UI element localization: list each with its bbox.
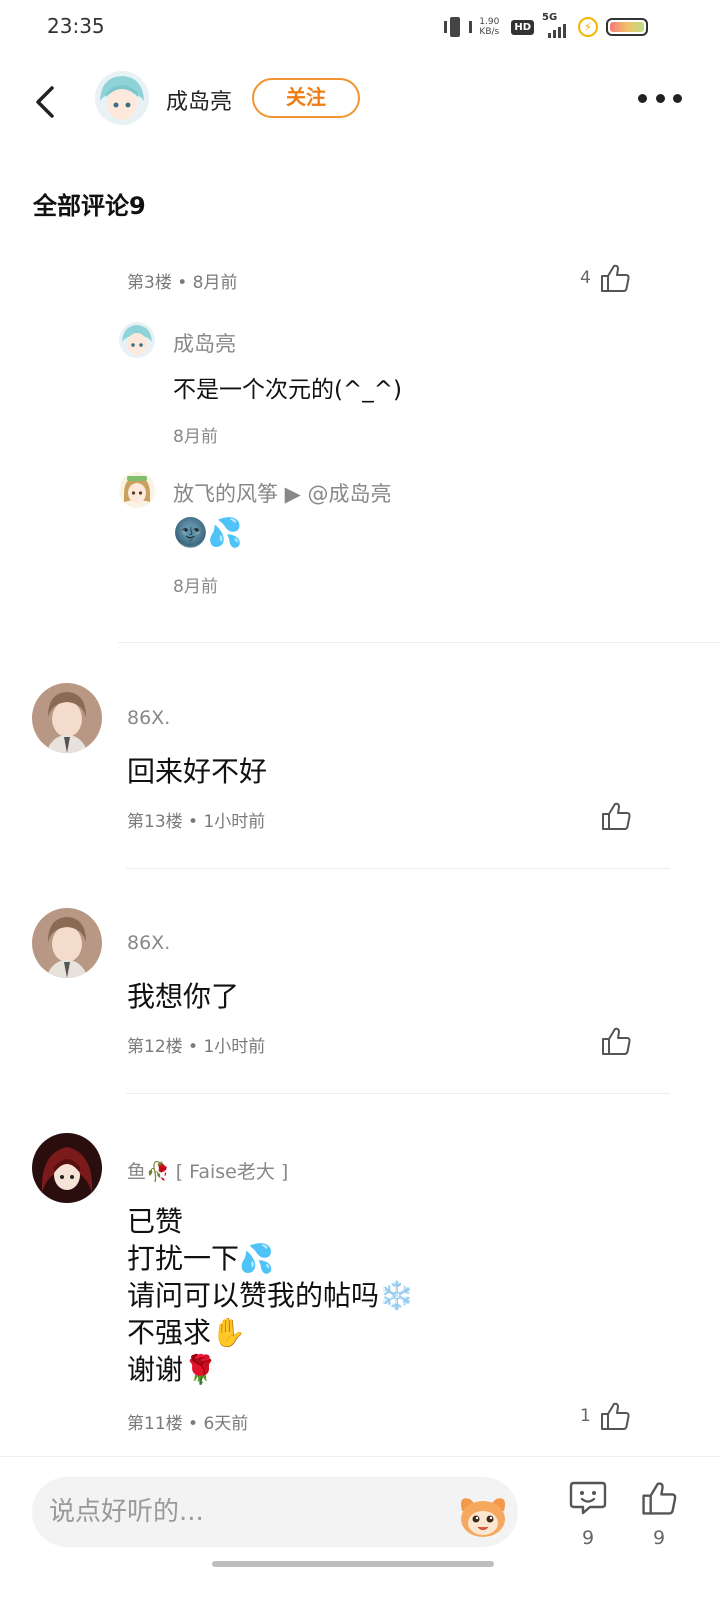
comment-icon (569, 1481, 607, 1515)
status-time: 23:35 (47, 14, 105, 38)
comment-meta: 第12楼 • 1小时前 (127, 1037, 266, 1057)
comment-avatar[interactable] (32, 908, 102, 978)
charging-icon: ⚡ (578, 17, 598, 37)
reply-text: 🌚💦 (173, 516, 243, 549)
reply-avatar[interactable] (119, 472, 155, 508)
comment-meta: 第11楼 • 6天前 (127, 1414, 249, 1434)
thumbs-up-icon (642, 1482, 677, 1515)
comment-text: 我想你了 (127, 980, 240, 1013)
home-indicator[interactable] (212, 1561, 494, 1567)
thumbs-up-icon (602, 1027, 631, 1055)
section-title: 全部评论9 (33, 192, 146, 220)
comment-author[interactable]: 86X. (127, 932, 170, 954)
like-button[interactable] (600, 798, 632, 834)
floor-meta: 第3楼 • 8月前 (127, 273, 238, 293)
emoji-mascot-icon[interactable] (456, 1489, 510, 1539)
like-count: 1 (580, 1406, 591, 1426)
like-button[interactable]: 4 (580, 260, 631, 296)
comment-author[interactable]: 鱼🥀 [ Faise老大 ] (127, 1157, 288, 1184)
comment-meta: 第13楼 • 1小时前 (127, 812, 266, 832)
comment-avatar[interactable] (32, 1133, 102, 1203)
like-count: 4 (580, 268, 591, 288)
reply-author[interactable]: 放飞的风筝 ▶ @成岛亮 (173, 478, 392, 508)
status-icons: 1.90 KB/s HD 5G ⚡ (443, 12, 648, 40)
thumbs-up-icon (602, 802, 631, 830)
comment-input[interactable] (32, 1477, 518, 1547)
hd-icon: HD (511, 19, 534, 35)
network-speed: 1.90 KB/s (479, 17, 500, 37)
bottom-bar: 9 9 (0, 1456, 720, 1600)
more-options-icon[interactable] (638, 90, 682, 106)
follow-button[interactable]: 关注 (252, 78, 360, 118)
reply-text: 不是一个次元的(^_^) (173, 377, 402, 403)
user-avatar[interactable] (95, 71, 149, 125)
back-button[interactable] (30, 82, 64, 122)
divider (126, 1093, 670, 1094)
comment-text: 回来好不好 (127, 755, 268, 788)
like-count: 9 (652, 1527, 666, 1549)
vibrate-icon (443, 16, 473, 38)
reply-avatar[interactable] (119, 322, 155, 358)
thumbs-up-icon (600, 1402, 630, 1430)
comment-text: 已赞 打扰一下💦 请问可以赞我的帖吗❄️ 不强求✋ 谢谢🌹 (127, 1205, 414, 1386)
header: 成岛亮 关注 (0, 60, 720, 140)
like-post-button[interactable]: 9 (634, 1479, 684, 1549)
thumbs-up-icon (600, 264, 630, 292)
user-name[interactable]: 成岛亮 (166, 84, 232, 116)
reply-time: 8月前 (173, 427, 218, 447)
divider (126, 868, 670, 869)
signal-icon: 5G (542, 12, 570, 38)
comment-count: 9 (581, 1527, 595, 1549)
battery-icon (606, 18, 648, 36)
reply-author[interactable]: 成岛亮 (173, 328, 236, 358)
comment-avatar[interactable] (32, 683, 102, 753)
comment-author[interactable]: 86X. (127, 707, 170, 729)
status-bar: 23:35 1.90 KB/s HD 5G ⚡ (0, 0, 720, 56)
like-button[interactable] (600, 1023, 632, 1059)
comment-count-button[interactable]: 9 (563, 1479, 613, 1549)
like-button[interactable]: 1 (580, 1398, 631, 1434)
divider (118, 642, 720, 643)
reply-time: 8月前 (173, 577, 218, 597)
